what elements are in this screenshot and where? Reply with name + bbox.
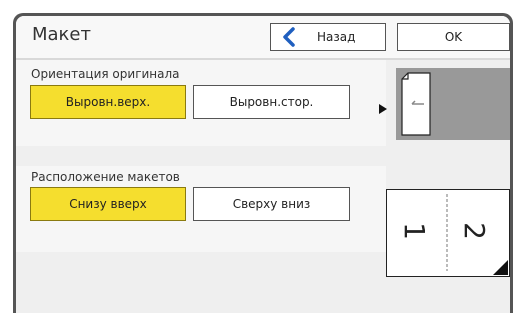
page-2-label: 2 (457, 222, 491, 240)
align-side-button[interactable]: Выровн.стор. (193, 85, 350, 119)
orientation-label: Ориентация оригинала (31, 67, 180, 81)
back-button[interactable]: Назад (270, 23, 386, 51)
ok-button[interactable]: OK (397, 23, 510, 51)
layout-panel: Макет Назад OK Ориентация оригинала Выро… (16, 16, 510, 313)
layout-order-label: Расположение макетов (31, 170, 180, 184)
back-button-label: Назад (317, 30, 356, 44)
chevron-left-icon (275, 23, 303, 51)
page-orientation-icon (401, 72, 431, 136)
top-to-bottom-button[interactable]: Сверху вниз (193, 187, 350, 221)
bottom-to-top-button[interactable]: Снизу вверх (30, 187, 186, 221)
page-title: Макет (32, 24, 91, 45)
orientation-preview (396, 68, 510, 140)
layout-preview: 1 2 (386, 189, 510, 277)
play-arrow-icon (379, 99, 387, 118)
align-top-button[interactable]: Выровн.верх. (30, 85, 186, 119)
header-bar: Макет Назад OK (16, 16, 510, 60)
page-1-label: 1 (397, 222, 431, 240)
screen-frame: Макет Назад OK Ориентация оригинала Выро… (13, 13, 513, 313)
